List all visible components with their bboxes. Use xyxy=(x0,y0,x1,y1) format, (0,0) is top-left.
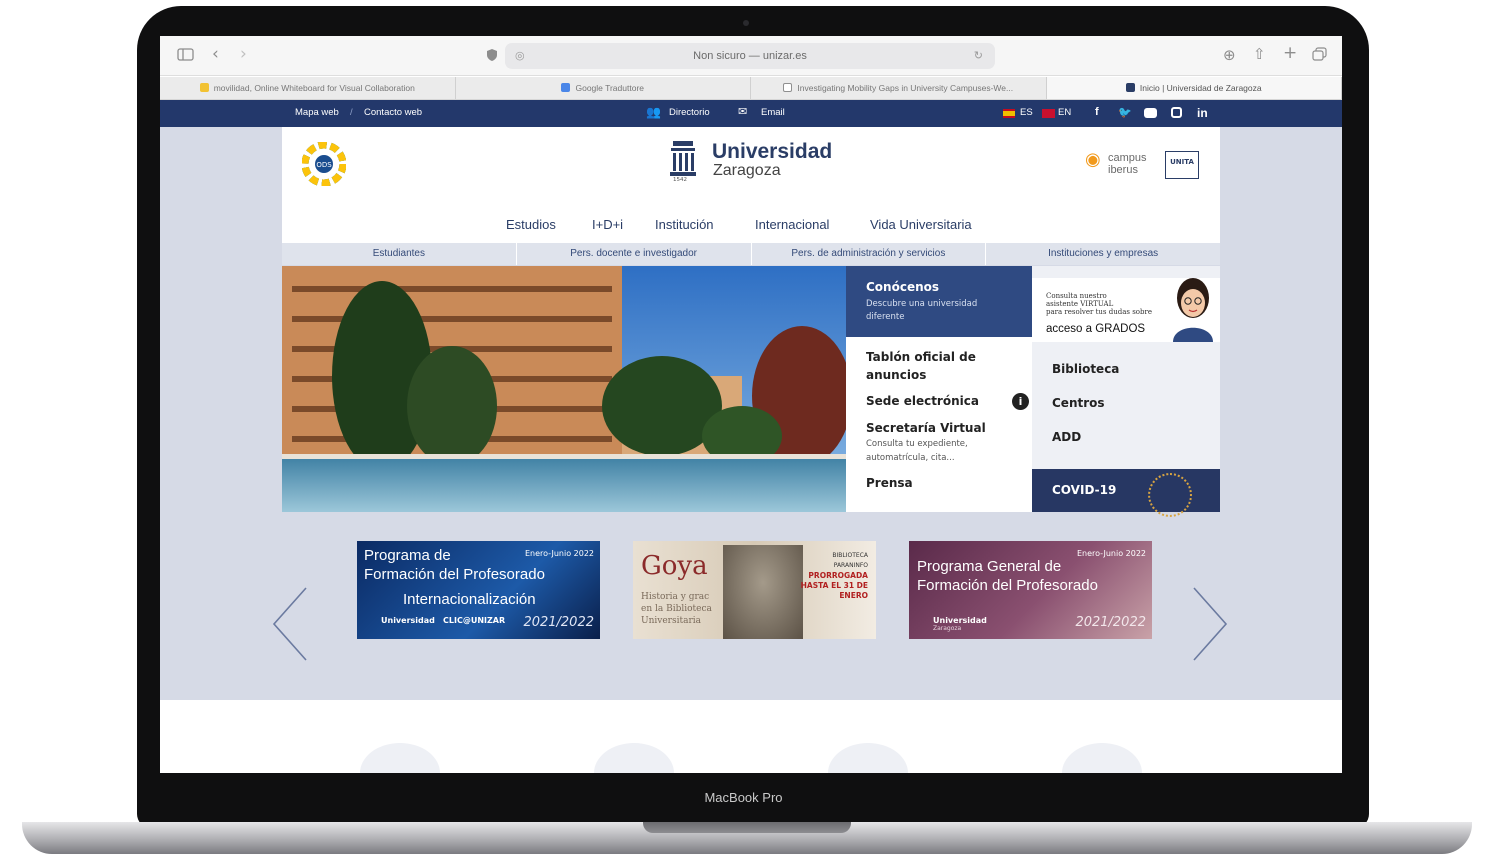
info-icon[interactable]: i xyxy=(1012,393,1029,410)
assistant-highlight: acceso a GRADOS xyxy=(1046,323,1146,335)
address-text: Non sicuro — unizar.es xyxy=(693,50,807,62)
nav-estudios[interactable]: Estudios xyxy=(506,217,556,232)
browser-tab[interactable]: Google Traduttore xyxy=(456,77,751,99)
privacy-shield-icon[interactable] xyxy=(486,48,498,65)
audience-empresas[interactable]: Instituciones y empresas xyxy=(986,243,1220,265)
directory-link[interactable]: Directorio xyxy=(669,107,710,118)
audience-navigation: Estudiantes Pers. docente e investigador… xyxy=(282,243,1220,265)
campus-iberus-icon: ◉ xyxy=(1085,149,1101,170)
uk-flag-icon xyxy=(1042,109,1055,118)
site-settings-icon[interactable]: ◎ xyxy=(515,43,525,69)
audience-pdi[interactable]: Pers. docente e investigador xyxy=(517,243,752,265)
facebook-icon[interactable]: f xyxy=(1095,106,1099,118)
prensa-link[interactable]: Prensa xyxy=(866,476,913,490)
laptop-base-notch xyxy=(643,822,851,833)
banner-goya[interactable]: Goya Historia y grac en la Biblioteca Un… xyxy=(633,541,876,639)
email-link[interactable]: Email xyxy=(761,107,785,118)
website: Mapa web / Contacto web 👥 Directorio ✉ E… xyxy=(160,100,1342,773)
banner-programa-general[interactable]: Programa General de Formación del Profes… xyxy=(909,541,1152,639)
share-icon[interactable]: ⇧ xyxy=(1253,46,1266,62)
logo-title[interactable]: Universidad xyxy=(712,140,832,164)
covid-label: COVID-19 xyxy=(1052,483,1117,497)
audience-estudiantes[interactable]: Estudiantes xyxy=(282,243,517,265)
carousel-next-arrow[interactable] xyxy=(1190,584,1230,664)
browser-tab-active[interactable]: Inicio | Universidad de Zaragoza xyxy=(1046,77,1342,99)
laptop-screen: ‹ › ◎ Non sicuro — unizar.es ↻ ⊕ ⇧ + mov… xyxy=(160,36,1342,773)
nav-internacional[interactable]: Internacional xyxy=(755,217,829,232)
ods-label: ODS xyxy=(316,161,332,169)
reload-icon[interactable]: ↻ xyxy=(974,43,983,69)
promo-title: Conócenos xyxy=(866,280,940,294)
audience-pas[interactable]: Pers. de administración y servicios xyxy=(752,243,987,265)
address-bar[interactable]: ◎ Non sicuro — unizar.es ↻ xyxy=(505,43,995,69)
nav-institucion[interactable]: Institución xyxy=(655,217,714,232)
whiteboard-favicon xyxy=(199,83,209,92)
promo-subtitle: Descubre una universidad xyxy=(866,299,978,309)
lang-es-link[interactable]: ES xyxy=(1020,107,1033,118)
top-utility-bar: Mapa web / Contacto web 👥 Directorio ✉ E… xyxy=(160,100,1342,127)
logo-subtitle[interactable]: Zaragoza xyxy=(713,162,781,180)
contact-link[interactable]: Contacto web xyxy=(364,107,422,118)
tab-overview-icon[interactable] xyxy=(1312,47,1327,64)
secretaria-desc: Consulta tu expediente, xyxy=(866,439,968,449)
translate-favicon xyxy=(561,83,571,92)
virus-icon xyxy=(1148,473,1192,517)
secretaria-desc: automatrícula, cita... xyxy=(866,453,955,463)
tablon-link[interactable]: Tablón oficial de anuncios xyxy=(866,348,976,384)
conocenos-promo[interactable]: Conócenos Descubre una universidad difer… xyxy=(846,266,1032,337)
browser-tab-strip: movilidad, Online Whiteboard for Visual … xyxy=(160,77,1342,100)
download-icon[interactable]: ⊕ xyxy=(1223,47,1236,63)
unita-logo[interactable]: UNITA xyxy=(1165,151,1199,179)
sede-electronica-link[interactable]: Sede electrónica xyxy=(866,394,979,408)
goya-engraving-image xyxy=(723,545,803,639)
add-link[interactable]: ADD xyxy=(1052,430,1081,444)
device-model-label: MacBook Pro xyxy=(704,790,783,805)
banner-formacion-internacionalizacion[interactable]: Programa de Formación del Profesorado En… xyxy=(357,541,600,639)
browser-toolbar: ‹ › ◎ Non sicuro — unizar.es ↻ ⊕ ⇧ + xyxy=(160,36,1342,76)
new-tab-icon[interactable]: + xyxy=(1283,45,1297,62)
sidebar-toggle-icon[interactable] xyxy=(177,48,194,64)
hero-campus-photo xyxy=(282,266,846,512)
nav-idi[interactable]: I+D+i xyxy=(592,217,623,232)
nav-vida-universitaria[interactable]: Vida Universitaria xyxy=(870,217,972,232)
separator: / xyxy=(350,107,353,118)
spain-flag-icon xyxy=(1003,109,1015,118)
page-lower-area xyxy=(160,700,1342,773)
instagram-icon[interactable] xyxy=(1171,107,1182,118)
forward-icon[interactable]: › xyxy=(240,46,247,63)
university-emblem-icon[interactable]: 1542 xyxy=(667,139,701,187)
secretaria-virtual-link[interactable]: Secretaría Virtual xyxy=(866,421,986,435)
browser-tab[interactable]: Investigating Mobility Gaps in Universit… xyxy=(751,77,1047,99)
back-icon[interactable]: ‹ xyxy=(212,46,219,63)
envelope-icon: ✉ xyxy=(738,106,748,118)
centros-link[interactable]: Centros xyxy=(1052,396,1105,410)
doc-favicon xyxy=(783,83,793,92)
assistant-avatar-icon xyxy=(1168,268,1218,342)
twitter-icon[interactable]: 🐦 xyxy=(1118,106,1132,119)
main-navigation: Estudios I+D+i Institución Internacional… xyxy=(282,205,1220,243)
promo-subtitle: diferente xyxy=(866,312,905,322)
people-icon: 👥 xyxy=(646,105,661,119)
carousel-prev-arrow[interactable] xyxy=(270,584,310,664)
campus-iberus-logo[interactable]: campus iberus xyxy=(1108,152,1147,176)
ods-logo[interactable]: ODS xyxy=(301,141,347,187)
sitemap-link[interactable]: Mapa web xyxy=(295,107,339,118)
unizar-favicon xyxy=(1125,83,1135,92)
virtual-assistant-banner[interactable]: Consulta nuestro asistente VIRTUAL para … xyxy=(1032,278,1220,342)
lang-en-link[interactable]: EN xyxy=(1058,107,1071,118)
youtube-icon[interactable] xyxy=(1144,108,1157,118)
site-header: ODS 1542 Universidad Zaragoza ◉ campus i… xyxy=(282,127,1220,205)
camera-dot xyxy=(743,20,749,26)
founding-year: 1542 xyxy=(673,177,687,183)
browser-tab[interactable]: movilidad, Online Whiteboard for Visual … xyxy=(160,77,456,99)
biblioteca-link[interactable]: Biblioteca xyxy=(1052,362,1119,376)
quick-access-panel: Conócenos Descubre una universidad difer… xyxy=(846,266,1220,517)
covid-banner[interactable]: COVID-19 xyxy=(1032,469,1220,517)
linkedin-icon[interactable]: in xyxy=(1197,106,1208,120)
